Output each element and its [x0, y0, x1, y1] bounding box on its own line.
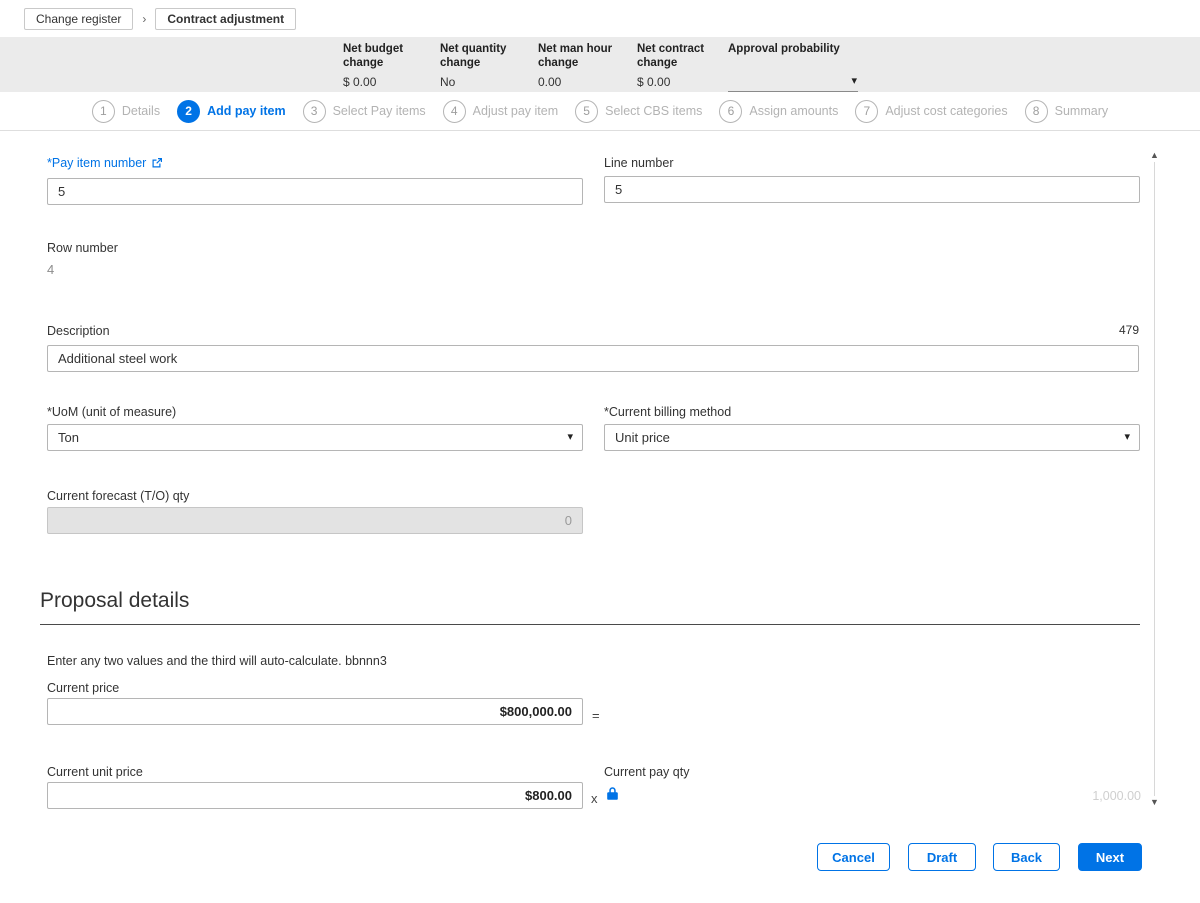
step-6-assign-amounts[interactable]: 6 Assign amounts — [719, 100, 838, 123]
step-number: 6 — [719, 100, 742, 123]
cancel-button[interactable]: Cancel — [817, 843, 890, 871]
step-number: 1 — [92, 100, 115, 123]
step-number: 3 — [303, 100, 326, 123]
current-forecast-qty-input — [47, 507, 583, 534]
auto-calculate-hint: Enter any two values and the third will … — [47, 654, 387, 668]
metric-label: Net man hour change — [538, 43, 624, 71]
approval-probability-label: Approval probability — [728, 43, 878, 55]
step-number: 8 — [1025, 100, 1048, 123]
metric-value: $ 0.00 — [343, 75, 376, 89]
current-billing-method-select[interactable]: Unit price ▾ — [604, 424, 1140, 451]
metric-net-man-hour-change: Net man hour change 0.00 — [538, 43, 624, 71]
step-4-adjust-pay-item[interactable]: 4 Adjust pay item — [443, 100, 558, 123]
metric-net-quantity-change: Net quantity change No — [440, 43, 526, 71]
uom-select[interactable]: Ton ▾ — [47, 424, 583, 451]
step-2-add-pay-item[interactable]: 2 Add pay item — [177, 100, 286, 123]
step-number: 4 — [443, 100, 466, 123]
row-number-value: 4 — [47, 262, 54, 277]
description-char-count: 479 — [1119, 323, 1139, 337]
breadcrumb-contract-adjustment[interactable]: Contract adjustment — [155, 8, 296, 30]
metric-net-budget-change: Net budget change $ 0.00 — [343, 43, 429, 71]
step-label: Select Pay items — [333, 104, 426, 118]
step-label: Summary — [1055, 104, 1108, 118]
metric-value: No — [440, 75, 455, 89]
proposal-details-title: Proposal details — [40, 589, 189, 613]
row-number-label: Row number — [47, 241, 118, 255]
current-unit-price-label: Current unit price — [47, 765, 143, 779]
current-billing-method-label: *Current billing method — [604, 405, 731, 419]
step-label: Assign amounts — [749, 104, 838, 118]
scroll-down-icon[interactable]: ▼ — [1150, 796, 1159, 809]
step-5-select-cbs-items[interactable]: 5 Select CBS items — [575, 100, 702, 123]
metric-value: $ 0.00 — [637, 75, 670, 89]
step-number: 7 — [855, 100, 878, 123]
summary-bar: Net budget change $ 0.00 Net quantity ch… — [0, 37, 1200, 92]
description-input[interactable] — [47, 345, 1139, 372]
approval-probability: Approval probability ▾ — [728, 43, 878, 55]
uom-label: *UoM (unit of measure) — [47, 405, 176, 419]
current-pay-qty-lock[interactable] — [606, 786, 619, 801]
uom-value: Ton — [58, 430, 79, 445]
scrollbar[interactable]: ▲ ▼ — [1147, 149, 1162, 809]
draft-button[interactable]: Draft — [908, 843, 976, 871]
step-label: Add pay item — [207, 104, 286, 118]
metric-label: Net contract change — [637, 43, 723, 71]
current-pay-qty-value: 1,000.00 — [960, 789, 1141, 803]
breadcrumb: Change register › Contract adjustment — [24, 8, 296, 30]
wizard-stepper: 1 Details 2 Add pay item 3 Select Pay it… — [0, 92, 1200, 131]
pay-item-number-input[interactable] — [47, 178, 583, 205]
step-number: 2 — [177, 100, 200, 123]
pay-item-number-label[interactable]: *Pay item number — [47, 156, 163, 170]
current-pay-qty-label: Current pay qty — [604, 765, 689, 779]
multiply-operator: x — [591, 791, 598, 806]
step-label: Adjust pay item — [473, 104, 558, 118]
line-number-label: Line number — [604, 156, 674, 170]
metric-value: 0.00 — [538, 75, 561, 89]
current-billing-method-value: Unit price — [615, 430, 670, 445]
current-price-input[interactable] — [47, 698, 583, 725]
pay-item-number-label-text: *Pay item number — [47, 156, 146, 170]
back-button[interactable]: Back — [993, 843, 1060, 871]
breadcrumb-change-register[interactable]: Change register — [24, 8, 133, 30]
approval-probability-select[interactable]: ▾ — [728, 74, 858, 92]
description-label: Description — [47, 324, 110, 338]
step-3-select-pay-items[interactable]: 3 Select Pay items — [303, 100, 426, 123]
breadcrumb-separator-icon: › — [142, 12, 146, 26]
step-label: Adjust cost categories — [885, 104, 1007, 118]
metric-label: Net budget change — [343, 43, 429, 71]
chevron-down-icon: ▾ — [567, 432, 573, 443]
contract-adjustment-page: Change register › Contract adjustment Ne… — [0, 0, 1200, 903]
chevron-down-icon: ▾ — [851, 76, 857, 87]
step-number: 5 — [575, 100, 598, 123]
section-divider — [40, 624, 1140, 625]
step-1-details[interactable]: 1 Details — [92, 100, 160, 123]
step-7-adjust-cost-categories[interactable]: 7 Adjust cost categories — [855, 100, 1007, 123]
current-forecast-qty-label: Current forecast (T/O) qty — [47, 489, 189, 503]
step-label: Details — [122, 104, 160, 118]
external-link-icon — [151, 157, 163, 169]
equals-operator: = — [592, 708, 600, 723]
scrollbar-track[interactable] — [1154, 162, 1155, 796]
scroll-up-icon[interactable]: ▲ — [1150, 149, 1159, 162]
step-8-summary[interactable]: 8 Summary — [1025, 100, 1108, 123]
current-price-label: Current price — [47, 681, 119, 695]
step-label: Select CBS items — [605, 104, 702, 118]
metric-label: Net quantity change — [440, 43, 526, 71]
metric-net-contract-change: Net contract change $ 0.00 — [637, 43, 723, 71]
next-button[interactable]: Next — [1078, 843, 1142, 871]
line-number-input[interactable] — [604, 176, 1140, 203]
lock-icon — [606, 786, 619, 801]
current-unit-price-input[interactable] — [47, 782, 583, 809]
chevron-down-icon: ▾ — [1124, 432, 1130, 443]
